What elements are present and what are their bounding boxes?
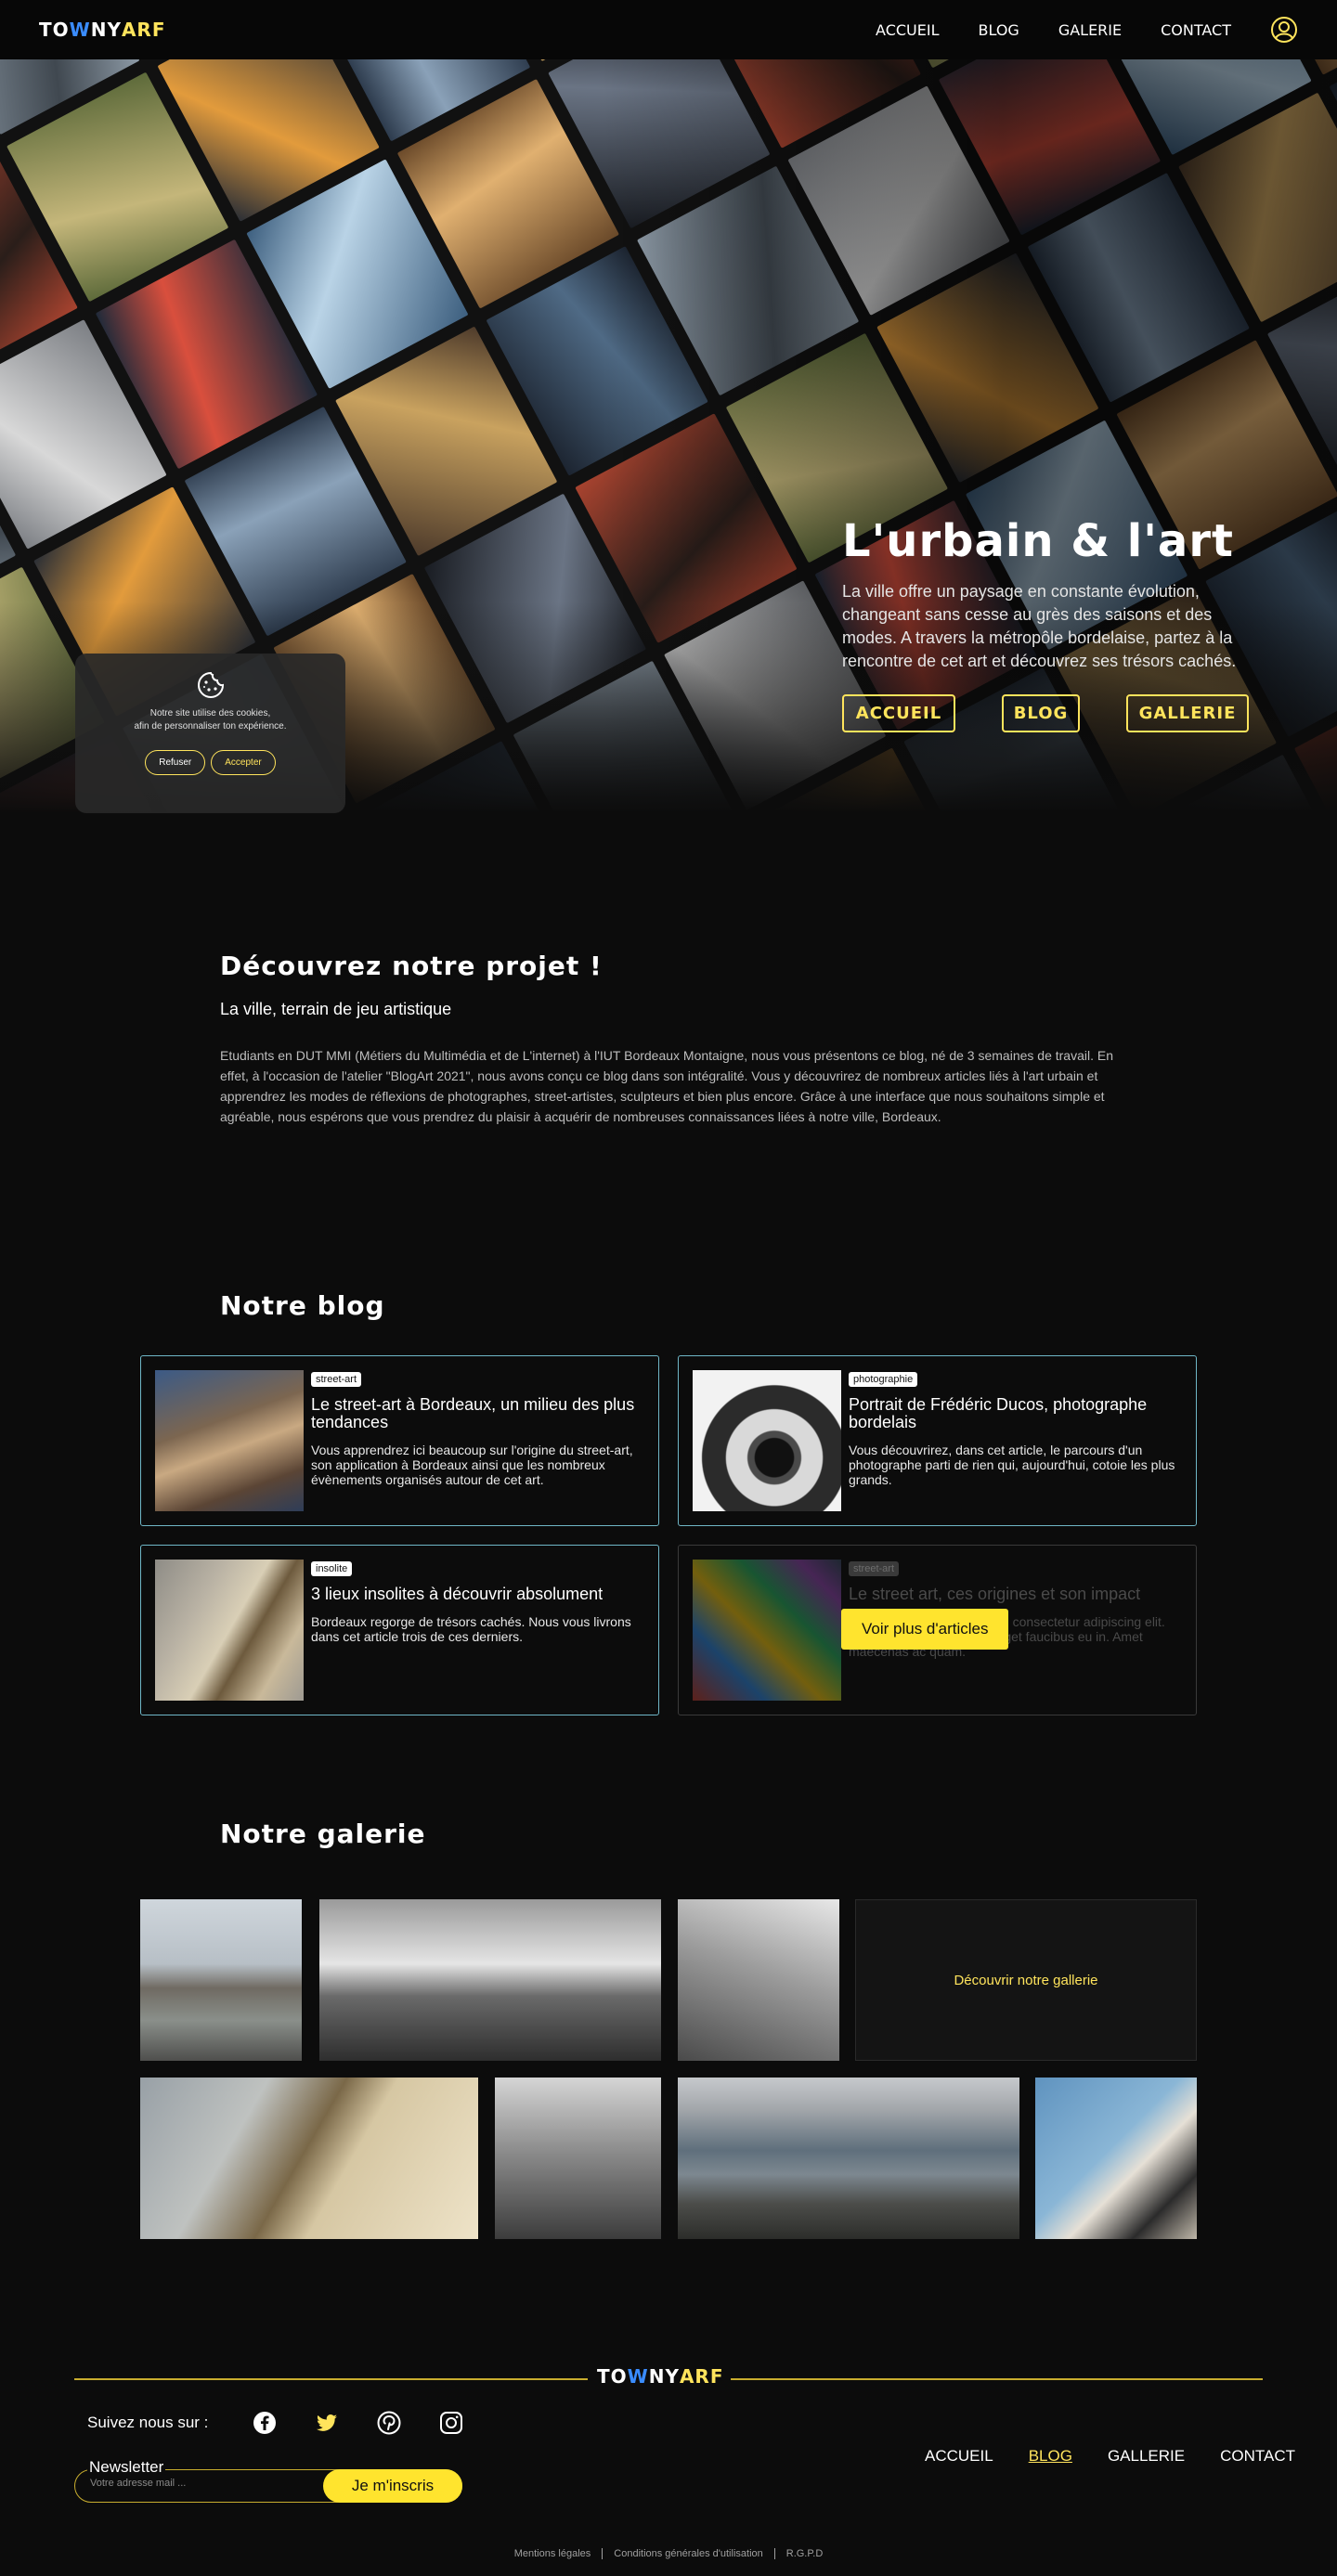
- blog-card-disabled: street-art Le street art, ces origines e…: [678, 1545, 1197, 1715]
- gallery-image[interactable]: [319, 1899, 661, 2061]
- logo-part: ARF: [121, 19, 166, 41]
- site-logo[interactable]: TO W NY ARF: [39, 19, 166, 41]
- blog-card[interactable]: photographie Portrait de Frédéric Ducos,…: [678, 1355, 1197, 1526]
- cookie-accept-button[interactable]: Accepter: [211, 750, 276, 775]
- card-text: Vous apprendrez ici beaucoup sur l'origi…: [311, 1443, 633, 1487]
- logo-part: TO: [597, 2365, 628, 2388]
- logo-part: TO: [39, 19, 70, 41]
- card-badge: street-art: [849, 1561, 900, 1576]
- footer-divider-right: [731, 2378, 1263, 2380]
- card-title[interactable]: Le street-art à Bordeaux, un milieu des …: [311, 1396, 644, 1431]
- gallery-grid: Découvrir notre gallerie: [140, 1899, 1197, 2239]
- more-articles-button[interactable]: Voir plus d'articles: [841, 1609, 1009, 1650]
- footer-links: ACCUEIL BLOG GALLERIE CONTACT: [925, 2447, 1295, 2466]
- cookie-text-line1: Notre site utilise des cookies,: [149, 708, 271, 718]
- cookie-icon: [197, 671, 224, 698]
- card-body: street-art Le street-art à Bordeaux, un …: [311, 1370, 644, 1511]
- logo-part: W: [69, 19, 91, 41]
- card-image-graffiti: [693, 1560, 841, 1701]
- instagram-icon[interactable]: [439, 2411, 463, 2435]
- gallery-image[interactable]: [495, 2078, 661, 2239]
- card-image-photographer: [693, 1370, 841, 1511]
- card-badge[interactable]: insolite: [311, 1561, 353, 1576]
- blog-grid: street-art Le street-art à Bordeaux, un …: [140, 1355, 1197, 1715]
- nav-links: ACCUEIL BLOG GALERIE CONTACT: [876, 16, 1298, 44]
- blog-card[interactable]: insolite 3 lieux insolites à découvrir a…: [140, 1545, 659, 1715]
- footer-divider-left: [74, 2378, 588, 2380]
- logo-part: NY: [648, 2365, 680, 2388]
- gallery-title: Notre galerie: [220, 1819, 426, 1849]
- hero-title: L'urbain & l'art: [842, 515, 1234, 567]
- project-section: Découvrez notre projet ! La ville, terra…: [220, 951, 1121, 1127]
- card-text: Vous découvrirez, dans cet article, le p…: [849, 1443, 1175, 1487]
- project-subtitle: La ville, terrain de jeu artistique: [220, 1000, 452, 1018]
- newsletter-subscribe-button[interactable]: Je m'inscris: [323, 2469, 462, 2503]
- blog-card[interactable]: street-art Le street-art à Bordeaux, un …: [140, 1355, 659, 1526]
- footer-logo[interactable]: TO W NY ARF: [597, 2365, 724, 2388]
- footer-link-accueil[interactable]: ACCUEIL: [925, 2447, 993, 2466]
- hero-blog-button[interactable]: BLOG: [1002, 694, 1080, 732]
- card-image-streetart: [155, 1370, 304, 1511]
- hero-accueil-button[interactable]: ACCUEIL: [842, 694, 955, 732]
- nav-link-galerie[interactable]: GALERIE: [1058, 21, 1122, 39]
- hero-description: La ville offre un paysage en constante é…: [842, 582, 1237, 670]
- footer-link-gallerie[interactable]: GALLERIE: [1108, 2447, 1185, 2466]
- card-image-insolite: [155, 1560, 304, 1701]
- card-title: Le street art, ces origines et son impac…: [849, 1585, 1141, 1603]
- hero-gallerie-button[interactable]: GALLERIE: [1126, 694, 1249, 732]
- discover-gallery-button[interactable]: Découvrir notre gallerie: [855, 1899, 1197, 2061]
- gallery-image[interactable]: [140, 1899, 302, 2061]
- card-body: photographie Portrait de Frédéric Ducos,…: [849, 1370, 1182, 1511]
- pinterest-icon[interactable]: [377, 2411, 401, 2435]
- logo-part: W: [627, 2365, 649, 2388]
- logo-part: NY: [90, 19, 122, 41]
- card-text: Bordeaux regorge de trésors cachés. Nous…: [311, 1614, 631, 1644]
- project-text: Etudiants en DUT MMI (Métiers du Multimé…: [220, 1048, 1113, 1124]
- hero-text: L'urbain & l'art La ville offre un paysa…: [842, 515, 1269, 673]
- nav-link-accueil[interactable]: ACCUEIL: [876, 21, 939, 39]
- newsletter-email-input[interactable]: [90, 2478, 313, 2489]
- footer-link-contact[interactable]: CONTACT: [1220, 2447, 1295, 2466]
- nav-link-blog[interactable]: BLOG: [979, 21, 1019, 39]
- card-badge[interactable]: street-art: [311, 1372, 362, 1387]
- cookie-buttons: Refuser Accepter: [75, 750, 345, 775]
- card-badge[interactable]: photographie: [849, 1372, 918, 1387]
- user-circle-icon[interactable]: [1270, 16, 1298, 44]
- gallery-image[interactable]: [140, 2078, 478, 2239]
- cookie-text-line2: afin de personnaliser ton expérience.: [134, 721, 287, 731]
- gallery-image[interactable]: [678, 2078, 1019, 2239]
- nav-link-contact[interactable]: CONTACT: [1161, 21, 1231, 39]
- top-navbar: TO W NY ARF ACCUEIL BLOG GALERIE CONTACT: [0, 0, 1337, 59]
- footer-link-blog[interactable]: BLOG: [1029, 2447, 1072, 2466]
- legal-rgpd-link[interactable]: R.G.P.D: [773, 2548, 835, 2559]
- gallery-image[interactable]: [678, 1899, 839, 2061]
- newsletter-label: Newsletter: [87, 2458, 166, 2477]
- facebook-icon[interactable]: [253, 2411, 277, 2435]
- card-body: insolite 3 lieux insolites à découvrir a…: [311, 1560, 644, 1701]
- cookie-banner: Notre site utilise des cookies, afin de …: [75, 654, 345, 813]
- social-links: [253, 2411, 463, 2435]
- legal-links: Mentions légales Conditions générales d'…: [0, 2548, 1337, 2559]
- logo-part: ARF: [679, 2365, 724, 2388]
- legal-cgu-link[interactable]: Conditions générales d'utilisation: [602, 2548, 773, 2559]
- cookie-refuse-button[interactable]: Refuser: [145, 750, 206, 775]
- blog-title: Notre blog: [220, 1290, 385, 1321]
- legal-mentions-link[interactable]: Mentions légales: [503, 2548, 603, 2559]
- card-title[interactable]: Portrait de Frédéric Ducos, photographe …: [849, 1396, 1182, 1431]
- twitter-icon[interactable]: [315, 2411, 339, 2435]
- follow-us-label: Suivez nous sur :: [87, 2414, 209, 2431]
- hero-buttons: ACCUEIL BLOG GALLERIE: [842, 694, 1249, 732]
- gallery-image[interactable]: [1035, 2078, 1197, 2239]
- card-title[interactable]: 3 lieux insolites à découvrir absolument: [311, 1586, 644, 1603]
- project-title: Découvrez notre projet !: [220, 951, 603, 981]
